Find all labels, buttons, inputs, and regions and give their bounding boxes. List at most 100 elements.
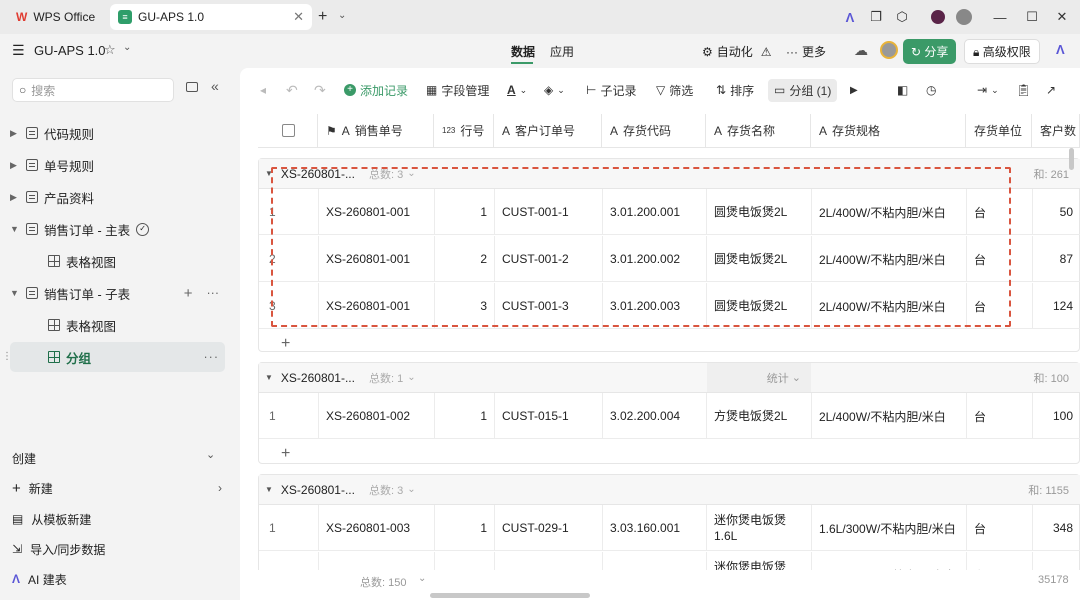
chevron-down-icon[interactable]: ⌄ xyxy=(338,10,346,21)
tab-data[interactable]: 数据 xyxy=(511,43,535,60)
table-cell-spec[interactable]: 2L/400W/不粘内胆/米白 xyxy=(812,236,967,282)
panel-icon[interactable] xyxy=(186,82,198,92)
table-cell-line[interactable]: 3 xyxy=(435,283,495,329)
table-row[interactable]: 3 XS-260801-001 3 CUST-001-3 3.01.200.003 圆煲电… xyxy=(259,283,1080,329)
table-cell-name[interactable]: 圆煲电饭煲2L xyxy=(707,189,812,235)
filter-button[interactable]: ▽ 筛选 xyxy=(656,82,693,99)
close-tab-icon[interactable]: ✕ xyxy=(293,9,304,25)
history-icon[interactable]: ◷ xyxy=(926,83,936,97)
table-cell-code[interactable]: 3.02.200.004 xyxy=(603,393,707,439)
table-cell-cust[interactable]: CUST-001-3 xyxy=(495,283,603,329)
group-header[interactable]: ▼ XS-260801-... 总数: 3 ⌄ 和: 261 xyxy=(259,159,1080,189)
column-header[interactable]: 客户数 xyxy=(1032,114,1080,148)
collapse-left-icon[interactable]: ◂ xyxy=(260,83,266,97)
group-header[interactable]: ▼ XS-260801-... 总数: 3 ⌄ 和: 1155 xyxy=(259,475,1080,505)
more-icon[interactable]: ··· xyxy=(207,286,220,300)
table-cell-line[interactable]: 1 xyxy=(435,505,495,551)
sidebar-item-table-view[interactable]: 表格视图 xyxy=(10,246,225,276)
column-header[interactable]: A 存货规格 xyxy=(811,114,966,148)
share-link-icon[interactable]: ↗ xyxy=(1046,83,1056,97)
chevron-down-icon[interactable]: ⌄ xyxy=(206,448,215,461)
table-cell-unit[interactable]: 台 xyxy=(967,283,1033,329)
star-icon[interactable]: ☆ xyxy=(104,42,116,58)
sidebar-item-table-view[interactable]: 表格视图 xyxy=(10,310,225,340)
collapse-group-icon[interactable]: ▼ xyxy=(265,373,273,382)
ai-icon[interactable]: Λ xyxy=(1056,42,1065,57)
add-row-button[interactable]: + xyxy=(259,330,1080,358)
minimize-icon[interactable]: — xyxy=(988,6,1012,28)
table-cell-unit[interactable]: 台 xyxy=(967,236,1033,282)
new-tab-button[interactable]: + xyxy=(318,8,327,26)
table-cell-code[interactable]: 3.01.200.003 xyxy=(603,283,707,329)
maximize-icon[interactable]: ☐ xyxy=(1020,6,1044,28)
table-cell-unit[interactable]: 台 xyxy=(967,393,1033,439)
collapse-group-icon[interactable]: ▼ xyxy=(265,485,273,494)
select-all-checkbox[interactable] xyxy=(282,124,295,137)
sub-record-button[interactable]: ⊢ 子记录 xyxy=(586,82,636,99)
table-cell-unit[interactable]: 台 xyxy=(967,505,1033,551)
table-cell-cust[interactable]: CUST-029-1 xyxy=(495,505,603,551)
chevron-down-icon[interactable]: ⌄ xyxy=(418,573,426,584)
sidebar-item-group[interactable]: 分组 ··· xyxy=(10,342,225,372)
share-button[interactable]: ↻ 分享 xyxy=(903,39,957,64)
table-row[interactable]: 2 XS-260801-001 2 CUST-001-2 3.01.200.002 圆煲电… xyxy=(259,236,1080,282)
text-color-button[interactable]: A ⌄ xyxy=(507,83,527,97)
more-icon[interactable]: ··· xyxy=(204,350,220,364)
new-from-template-button[interactable]: ▤ 从模板新建 xyxy=(12,505,222,533)
table-cell-qty[interactable]: 100 xyxy=(1033,393,1080,439)
column-header[interactable]: ⚑ A 销售单号 xyxy=(318,114,434,148)
app-center-icon[interactable] xyxy=(926,6,950,28)
tab-gu-aps[interactable]: ≡ GU-APS 1.0 ✕ xyxy=(110,4,312,30)
table-cell-line[interactable]: 1 xyxy=(435,393,495,439)
avatar[interactable] xyxy=(952,6,976,28)
chevron-down-icon[interactable]: ⌄ xyxy=(407,168,415,179)
table-cell-order[interactable]: XS-260801-003 xyxy=(319,505,435,551)
column-header[interactable]: A 存货名称 xyxy=(706,114,811,148)
table-cell-order[interactable]: XS-260801-001 xyxy=(319,283,435,329)
layout-icon[interactable]: ◧ xyxy=(897,83,908,97)
toolbar-more-icon[interactable]: ▶ xyxy=(850,85,858,96)
sort-button[interactable]: ⇅ 排序 xyxy=(716,82,754,99)
sidebar-item-number-rules[interactable]: ▶ 单号规则 xyxy=(10,150,225,180)
table-cell-qty[interactable]: 50 xyxy=(1033,189,1080,235)
close-window-icon[interactable]: ✕ xyxy=(1050,6,1074,28)
column-header[interactable]: 123 行号 xyxy=(434,114,494,148)
sidebar-item-products[interactable]: ▶ 产品资料 xyxy=(10,182,225,212)
search-input[interactable]: ○ 搜索 xyxy=(12,78,174,102)
table-cell-code[interactable]: 3.01.200.001 xyxy=(603,189,707,235)
chevron-down-icon[interactable]: ⌄ xyxy=(123,42,131,53)
table-cell-qty[interactable]: 348 xyxy=(1033,505,1080,551)
table-cell-no[interactable]: 1 xyxy=(259,189,319,235)
table-cell-cust[interactable]: CUST-001-2 xyxy=(495,236,603,282)
table-cell-no[interactable]: 3 xyxy=(259,283,319,329)
cube-icon[interactable]: ⬡ xyxy=(890,6,914,28)
table-row[interactable]: 1 XS-260801-002 1 CUST-015-1 3.02.200.004 方煲电… xyxy=(259,393,1080,439)
column-header[interactable]: 存货单位 xyxy=(966,114,1032,148)
redo-icon[interactable]: ↷ xyxy=(314,82,326,99)
table-cell-cust[interactable]: CUST-001-1 xyxy=(495,189,603,235)
table-cell-code[interactable]: 3.03.160.001 xyxy=(603,505,707,551)
chevron-down-icon[interactable]: ⌄ xyxy=(407,484,415,495)
automation-button[interactable]: ⚙ 自动化 ⚠ xyxy=(702,43,772,60)
permission-button[interactable]: 🔒︎ 高级权限 xyxy=(964,39,1040,64)
table-cell-name[interactable]: 迷你煲电饭煲1.6L xyxy=(707,505,812,551)
table-cell-order[interactable]: XS-260801-002 xyxy=(319,393,435,439)
sidebar-item-sales-sub[interactable]: ▼ 销售订单 - 子表 + ··· xyxy=(10,278,225,308)
cloud-icon[interactable]: ☁ xyxy=(854,42,868,59)
menu-icon[interactable]: ☰ xyxy=(12,42,25,59)
sidebar-item-code-rules[interactable]: ▶ 代码规则 xyxy=(10,118,225,148)
new-button[interactable]: + 新建 › xyxy=(12,474,222,502)
table-cell-spec[interactable]: 2L/400W/不粘内胆/米白 xyxy=(812,189,967,235)
table-cell-spec[interactable]: 2L/400W/不粘内胆/米白 xyxy=(812,283,967,329)
fill-color-button[interactable]: ◈ ⌄ xyxy=(544,83,565,97)
tab-app[interactable]: 应用 xyxy=(550,43,574,60)
table-cell-line[interactable]: 2 xyxy=(435,236,495,282)
table-cell-code[interactable]: 3.01.200.002 xyxy=(603,236,707,282)
sidebar-item-sales-main[interactable]: ▼ 销售订单 - 主表 ✓ xyxy=(10,214,225,244)
vertical-scrollbar[interactable] xyxy=(1069,148,1074,170)
field-manage-button[interactable]: ▦ 字段管理 xyxy=(426,82,489,99)
column-header[interactable]: A 客户订单号 xyxy=(494,114,602,148)
table-cell-line[interactable]: 1 xyxy=(435,189,495,235)
collapse-group-icon[interactable]: ▼ xyxy=(265,169,273,178)
group-button[interactable]: ▭ 分组 (1) xyxy=(768,78,838,102)
